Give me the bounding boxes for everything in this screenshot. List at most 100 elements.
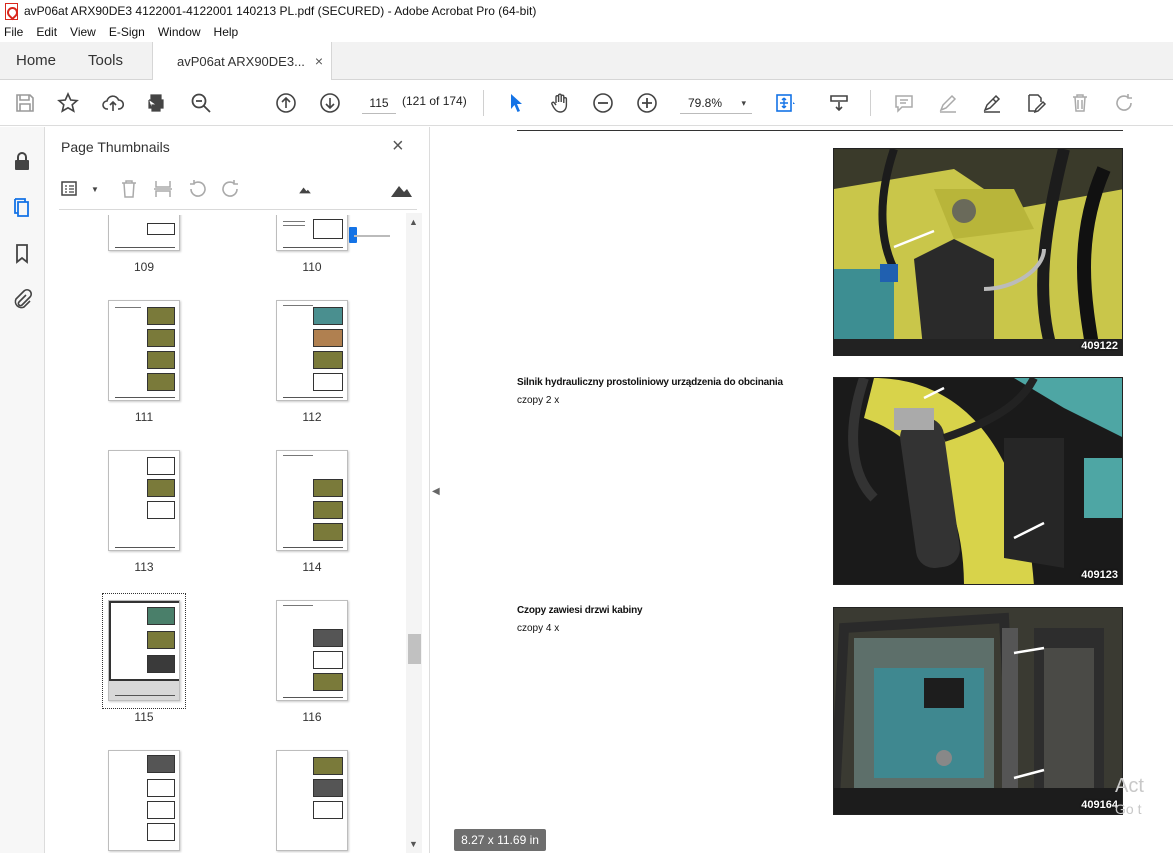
zoom-level-dropdown[interactable]: 79.8% ▾	[680, 92, 752, 114]
thumbnail-page[interactable]	[108, 750, 180, 851]
scroll-up-icon[interactable]: ▲	[409, 217, 418, 227]
caption-title: Czopy zawiesi drzwi kabiny	[517, 605, 643, 616]
left-navigation-rail	[0, 127, 45, 853]
menu-help[interactable]: Help	[214, 25, 239, 39]
thumbnail-page[interactable]	[276, 215, 348, 251]
edit-text-icon[interactable]	[1023, 90, 1049, 116]
menu-bar: File Edit View E-Sign Window Help	[0, 22, 1173, 42]
redo-rotate-icon[interactable]	[1111, 90, 1137, 116]
bookmarks-icon[interactable]	[10, 241, 34, 265]
highlight-pen-icon[interactable]	[935, 90, 961, 116]
thumbnail-page[interactable]	[108, 300, 180, 401]
fit-page-icon[interactable]	[772, 90, 798, 116]
page-number-input[interactable]: 115	[362, 92, 396, 114]
upload-cloud-icon[interactable]	[100, 90, 126, 116]
thumbnail-label: 112	[302, 410, 322, 424]
menu-window[interactable]: Window	[158, 25, 201, 39]
tab-document[interactable]: avP06at ARX90DE3... ×	[152, 42, 332, 81]
delete-trash-icon[interactable]	[1067, 90, 1093, 116]
page-count: (121 of 174)	[402, 94, 467, 108]
activate-watermark: Act	[1115, 775, 1144, 797]
acrobat-pdf-icon	[4, 3, 18, 20]
extract-page-icon[interactable]	[151, 177, 175, 201]
menu-view[interactable]: View	[70, 25, 96, 39]
scroll-mode-icon[interactable]	[826, 90, 852, 116]
chevron-down-icon: ▾	[741, 98, 746, 108]
thumbnail-label: 113	[134, 560, 154, 574]
tab-bar: Home Tools avP06at ARX90DE3... ×	[0, 42, 1173, 81]
document-view[interactable]: 409122 Silnik hydrauliczny prostoliniowy…	[448, 127, 1173, 853]
bookmark-star-icon[interactable]	[55, 90, 81, 116]
thumbnail-label: 110	[302, 260, 322, 274]
menu-esign[interactable]: E-Sign	[109, 25, 145, 39]
tab-document-label: avP06at ARX90DE3...	[177, 54, 305, 69]
thumbnail-page[interactable]	[108, 450, 180, 551]
comment-icon[interactable]	[891, 90, 917, 116]
thumbnail-label: 114	[302, 560, 322, 574]
lock-icon[interactable]	[10, 149, 34, 173]
scroll-down-icon[interactable]: ▼	[409, 839, 418, 849]
caption-subtitle: czopy 4 x	[517, 623, 560, 634]
rotate-left-icon[interactable]	[185, 177, 209, 201]
attachments-paperclip-icon[interactable]	[10, 287, 34, 311]
small-mountain-icon	[293, 177, 317, 201]
title-bar: avP06at ARX90DE3 4122001-4122001 140213 …	[0, 0, 1173, 22]
thumbnail-page[interactable]	[276, 300, 348, 401]
caption-title: Silnik hydrauliczny prostoliniowy urządz…	[517, 377, 783, 388]
page-thumbnails-panel: Page Thumbnails × ▼ 109 110 111 112 113 …	[45, 127, 430, 853]
hand-tool-icon[interactable]	[547, 90, 573, 116]
document-photo: 409122	[833, 148, 1123, 356]
print-icon[interactable]	[143, 90, 169, 116]
page-header-rule	[517, 130, 1123, 131]
photo-number: 409122	[1081, 340, 1118, 352]
main-toolbar: 115 (121 of 174) 79.8% ▾	[0, 80, 1173, 126]
window-title: avP06at ARX90DE3 4122001-4122001 140213 …	[24, 4, 537, 18]
thumbnail-page-selected[interactable]	[108, 600, 180, 701]
thumbnail-label: 109	[133, 260, 155, 274]
previous-page-icon[interactable]	[273, 90, 299, 116]
thumbnail-scrollbar[interactable]: ▲ ▼	[406, 213, 422, 853]
chevron-down-icon[interactable]: ▼	[83, 177, 107, 201]
next-page-icon[interactable]	[317, 90, 343, 116]
scrollbar-thumb[interactable]	[408, 634, 421, 664]
page-size-indicator: 8.27 x 11.69 in	[454, 829, 546, 851]
panel-divider	[59, 209, 417, 210]
thumbnail-label: 116	[302, 710, 322, 724]
zoom-search-icon[interactable]	[188, 90, 214, 116]
thumbnail-list: 109 110 111 112 113 114 115 116	[45, 215, 415, 853]
panel-title: Page Thumbnails	[61, 139, 170, 155]
photo-number: 409164	[1081, 799, 1118, 811]
caption-subtitle: czopy 2 x	[517, 395, 560, 406]
thumbnail-page[interactable]	[276, 750, 348, 851]
tab-close-button[interactable]: ×	[315, 53, 323, 69]
options-menu-icon[interactable]	[59, 177, 83, 201]
panel-close-button[interactable]: ×	[392, 135, 404, 158]
toolbar-divider	[870, 90, 871, 116]
thumbnail-label: 111	[134, 410, 154, 424]
photo-number: 409123	[1081, 569, 1118, 581]
activate-watermark-sub: Go t	[1115, 801, 1142, 817]
large-mountain-icon	[389, 177, 413, 201]
panel-toolbar: ▼	[59, 175, 417, 243]
collapse-panel-icon[interactable]: ◀	[432, 486, 440, 497]
tab-tools[interactable]: Tools	[88, 42, 123, 80]
rotate-right-icon[interactable]	[219, 177, 243, 201]
zoom-level-value: 79.8%	[688, 96, 723, 110]
menu-edit[interactable]: Edit	[36, 25, 57, 39]
toolbar-divider	[483, 90, 484, 116]
save-icon[interactable]	[12, 90, 38, 116]
zoom-in-icon[interactable]	[634, 90, 660, 116]
document-photo: 409164	[833, 607, 1123, 815]
document-photo: 409123	[833, 377, 1123, 585]
page-thumbnails-icon[interactable]	[10, 195, 34, 219]
thumbnail-page[interactable]	[108, 215, 180, 251]
select-cursor-icon[interactable]	[503, 90, 529, 116]
thumbnail-label-selected: 115	[134, 710, 154, 724]
draw-sign-icon[interactable]	[979, 90, 1005, 116]
thumbnail-page[interactable]	[276, 600, 348, 701]
menu-file[interactable]: File	[4, 25, 23, 39]
zoom-out-icon[interactable]	[590, 90, 616, 116]
tab-home[interactable]: Home	[16, 42, 56, 80]
delete-page-icon[interactable]	[117, 177, 141, 201]
thumbnail-page[interactable]	[276, 450, 348, 551]
